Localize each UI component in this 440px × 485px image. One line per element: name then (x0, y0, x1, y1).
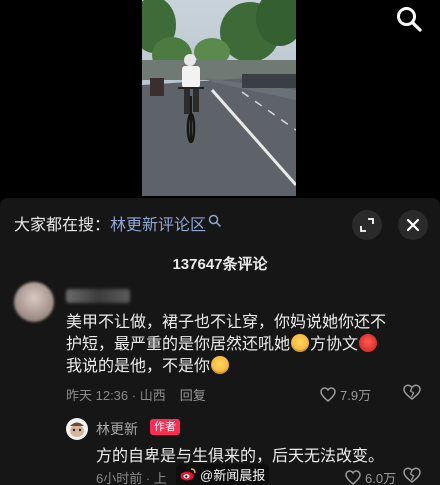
author-avatar[interactable] (66, 418, 88, 440)
broken-heart-icon (403, 467, 421, 483)
comment-line: 我说的是他，不是你 (66, 356, 426, 378)
author-badge: 作者 (150, 419, 180, 435)
like-button[interactable]: 6.0万 (345, 468, 396, 485)
like-count: 7.9万 (340, 388, 372, 403)
angry-emoji-icon (359, 334, 378, 352)
broken-heart-icon (403, 384, 421, 400)
close-icon (406, 218, 420, 232)
crying-emoji-icon (211, 356, 230, 374)
comment-text: 美甲不让做，裙子也不让穿，你妈说她你还不 护短，最严重的是你居然还吼她 方协文 我… (66, 312, 426, 378)
video-thumbnail[interactable] (142, 0, 296, 196)
watermark-label: @新闻晨报 (200, 468, 266, 483)
close-button[interactable] (398, 210, 428, 240)
comment-fragment: 方协文 (310, 336, 359, 353)
comment-line: 美甲不让做，裙子也不让穿，你妈说她你还不 (66, 314, 387, 331)
comment-count: 137647条评论 (172, 256, 268, 273)
reply-text: 方的自卑是与生俱来的，后天无法改变。 (96, 448, 385, 465)
suggested-search-prefix: 大家都在搜： (14, 217, 111, 234)
avatar[interactable] (14, 282, 54, 322)
expand-icon (360, 218, 374, 232)
author-username[interactable]: 林更新 (96, 419, 138, 439)
like-count: 6.0万 (365, 471, 397, 485)
comment-sheet: 大家都在搜： 林更新评论区 137647条评论 美甲不让做，裙子也不让穿，你妈说… (0, 198, 440, 485)
heart-icon (320, 387, 336, 402)
search-icon (208, 214, 221, 227)
crying-emoji-icon (291, 334, 310, 352)
like-button[interactable]: 7.9万 (320, 385, 371, 404)
weibo-logo-icon (180, 468, 196, 481)
video-player[interactable] (0, 0, 440, 198)
expand-button[interactable] (352, 210, 382, 240)
heart-icon (345, 470, 361, 485)
suggested-search-term[interactable]: 林更新评论区 (110, 211, 206, 235)
comment-fragment: 护短，最严重的是你居然还吼她 (66, 336, 291, 353)
dislike-button[interactable] (403, 467, 421, 485)
search-icon[interactable] (394, 4, 424, 34)
comment-fragment: 我说的是他，不是你 (66, 358, 211, 375)
suggested-search[interactable]: 大家都在搜： 林更新评论区 (14, 212, 221, 234)
reply-time-location: 6小时前 · 上 (96, 471, 167, 485)
comment-meta: 昨天 12:36 · 山西 回复 (66, 385, 206, 404)
reply-button[interactable]: 回复 (180, 385, 206, 404)
comment-time-location: 昨天 12:36 · 山西 (66, 388, 166, 403)
watermark: @新闻晨报 (176, 464, 270, 485)
comment-line: 护短，最严重的是你居然还吼她 方协文 (66, 334, 426, 356)
dislike-button[interactable] (403, 384, 421, 405)
street-cyclist-scene (142, 0, 296, 196)
username-blurred[interactable] (66, 289, 130, 303)
